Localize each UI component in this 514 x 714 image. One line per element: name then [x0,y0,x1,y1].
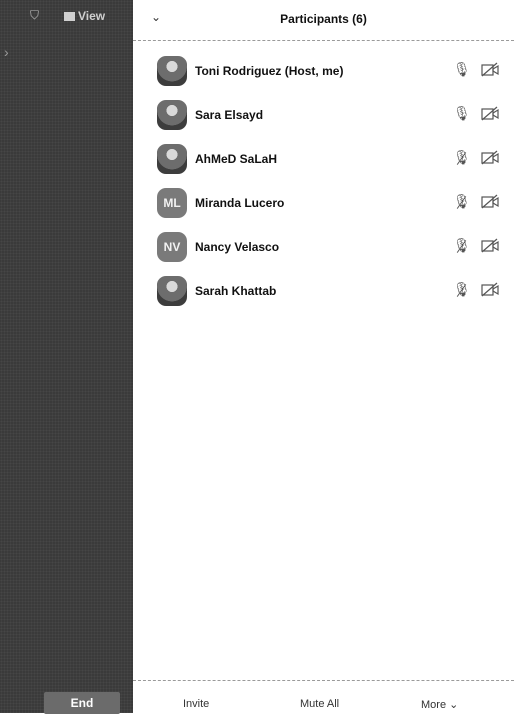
microphone-icon[interactable]: 🎙 [453,61,471,81]
avatar [157,100,187,130]
participant-row[interactable]: Toni Rodriguez (Host, me) 🎙 [157,56,514,86]
microphone-muted-icon[interactable]: 🎙 [453,237,471,257]
microphone-muted-icon[interactable]: 🎙 [453,193,471,213]
video-off-icon[interactable] [481,238,499,254]
participant-name: Nancy Velasco [195,240,280,254]
microphone-muted-icon[interactable]: 🎙 [453,149,471,169]
participant-name: Sarah Khattab [195,284,277,298]
participants-header: ⌄ Participants (6) [133,0,514,41]
video-off-icon[interactable] [481,282,499,298]
panel-title: Participants (6) [280,12,367,26]
participant-row[interactable]: Sara Elsayd 🎙 [157,100,514,130]
shield-icon[interactable]: ⛉ [30,9,42,21]
view-label: View [78,9,106,23]
avatar [157,144,187,174]
chevron-right-icon[interactable]: › [4,44,9,60]
microphone-muted-icon[interactable]: 🎙 [453,281,471,301]
participant-row[interactable]: AhMeD SaLaH 🎙 [157,144,514,174]
participant-row[interactable]: ML Miranda Lucero 🎙 [157,188,514,218]
view-button[interactable]: View [64,9,105,23]
end-meeting-button[interactable]: End [44,692,120,714]
participant-name: Miranda Lucero [195,196,285,210]
meeting-video-area: ⛉ View › End [0,0,133,714]
meeting-top-bar: ⛉ View [0,0,133,30]
participants-panel: ⌄ Participants (6) Toni Rodriguez (Host,… [133,0,514,713]
participant-name: Toni Rodriguez (Host, me) [195,64,344,78]
avatar [157,56,187,86]
more-label: More [421,699,447,711]
video-off-icon[interactable] [481,62,499,78]
more-button[interactable]: More ⌄ [421,698,458,711]
participant-name: AhMeD SaLaH [195,152,278,166]
participant-row[interactable]: NV Nancy Velasco 🎙 [157,232,514,262]
invite-button[interactable]: Invite [183,698,209,710]
mute-all-button[interactable]: Mute All [300,698,339,710]
grid-view-icon [64,12,75,21]
participant-name: Sara Elsayd [195,108,264,122]
participants-footer: Invite Mute All More ⌄ [133,680,514,714]
video-off-icon[interactable] [481,106,499,122]
video-off-icon[interactable] [481,150,499,166]
video-off-icon[interactable] [481,194,499,210]
participant-row[interactable]: Sarah Khattab 🎙 [157,276,514,306]
microphone-icon[interactable]: 🎙 [453,105,471,125]
avatar: NV [157,232,187,262]
chevron-down-icon: ⌄ [449,699,459,711]
avatar [157,276,187,306]
avatar: ML [157,188,187,218]
